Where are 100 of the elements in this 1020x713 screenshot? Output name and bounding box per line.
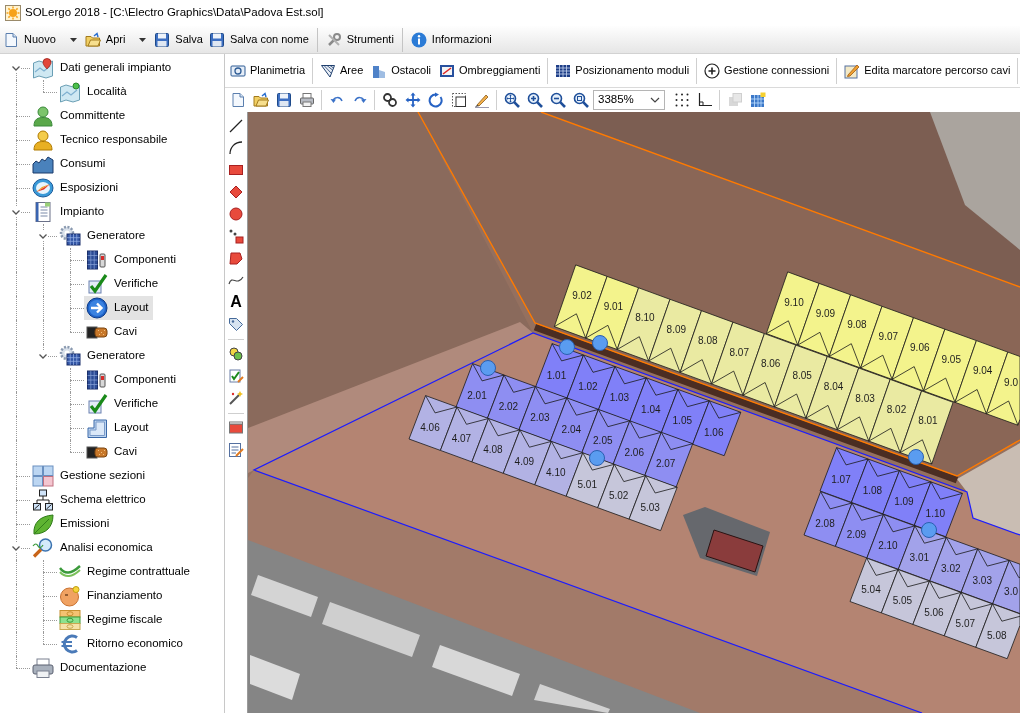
- pencil-edit-icon: [844, 62, 861, 79]
- save-icon[interactable]: [275, 92, 292, 108]
- toolbar-button[interactable]: Salva con nome: [205, 27, 312, 52]
- tree-item[interactable]: Emissioni: [30, 512, 114, 536]
- map-icon: [59, 81, 81, 103]
- tree-item[interactable]: Impianto: [30, 200, 109, 224]
- zoom-window-icon[interactable]: [572, 92, 589, 108]
- caret-down-icon[interactable]: [139, 37, 147, 42]
- gear-panel-icon: [59, 345, 81, 367]
- tree-item[interactable]: Regime fiscale: [57, 608, 167, 632]
- new-document-icon[interactable]: [229, 92, 246, 108]
- module-number: 1.02: [578, 380, 598, 392]
- module-number: 4.10: [546, 467, 566, 479]
- toolbar-button[interactable]: Informazioni: [407, 27, 495, 52]
- tree-item[interactable]: Consumi: [30, 152, 110, 176]
- line-icon[interactable]: [228, 118, 244, 134]
- tree-item[interactable]: Finanziamento: [57, 584, 167, 608]
- grid-icon: [555, 62, 572, 79]
- tree-item[interactable]: Ritorno economico: [57, 632, 187, 656]
- tree-item[interactable]: Verifiche: [84, 392, 163, 416]
- module-number: 2.05: [593, 435, 613, 447]
- grid-dots-icon[interactable]: [673, 92, 690, 108]
- module-number: 2.08: [815, 517, 835, 529]
- tree-item[interactable]: Layout: [84, 416, 153, 440]
- tree-item[interactable]: Esposizioni: [30, 176, 123, 200]
- checkmark-icon: [86, 273, 108, 295]
- tree-item[interactable]: Cavi: [84, 320, 141, 344]
- module-number: 8.05: [792, 369, 812, 381]
- wrench-icon: [325, 31, 342, 48]
- text-tool-button[interactable]: A: [228, 291, 244, 313]
- tree-item[interactable]: Generatore: [57, 224, 150, 248]
- printer-icon[interactable]: [298, 92, 315, 108]
- toolbar-button[interactable]: Nuovo: [0, 27, 59, 52]
- tree-item[interactable]: Verifiche: [84, 272, 163, 296]
- checklist-icon[interactable]: [228, 368, 244, 384]
- tree-item[interactable]: Gestione sezioni: [30, 464, 150, 488]
- save-icon: [154, 31, 171, 48]
- tree-item[interactable]: Località: [57, 80, 131, 104]
- diagram-icon: [32, 489, 54, 511]
- module-number: 2.07: [655, 458, 676, 470]
- magic-wand-icon[interactable]: [228, 390, 244, 406]
- tree-item[interactable]: Committente: [30, 104, 130, 128]
- form-edit-icon[interactable]: [228, 442, 244, 458]
- zoom-in-icon[interactable]: [526, 92, 543, 108]
- tree-item[interactable]: Documentazione: [30, 656, 151, 680]
- polygon-icon[interactable]: [228, 250, 244, 266]
- marker-icon: [921, 522, 937, 538]
- caret-down-icon[interactable]: [69, 37, 77, 42]
- module-number: 1.03: [609, 392, 630, 404]
- tree-item[interactable]: Analisi economica: [30, 536, 157, 560]
- overlapping-circles-icon[interactable]: [228, 346, 244, 362]
- module-number: 1.01: [546, 369, 567, 381]
- module-number: 9.07: [878, 330, 899, 342]
- chevron-down-icon: [650, 97, 660, 103]
- selection-rectangle-icon[interactable]: [450, 92, 467, 108]
- rotate-icon[interactable]: [427, 92, 444, 108]
- module-number: 9.05: [941, 353, 961, 365]
- tree-item[interactable]: Componenti: [84, 368, 180, 392]
- tree-item[interactable]: Layout: [84, 296, 153, 320]
- tag-icon[interactable]: [228, 316, 244, 332]
- zoom-out-icon[interactable]: [549, 92, 566, 108]
- angle-icon[interactable]: [696, 92, 713, 108]
- arc-icon[interactable]: [228, 140, 244, 156]
- toolbar-button[interactable]: Posizionamento moduli: [551, 57, 694, 84]
- toolbar-button[interactable]: Aree: [316, 57, 368, 84]
- grid-icon[interactable]: [749, 92, 766, 108]
- tree-item[interactable]: Generatore: [57, 344, 150, 368]
- module-number: 2.06: [624, 446, 644, 458]
- chain-link-icon[interactable]: [381, 92, 398, 108]
- toolbar-button[interactable]: Gestione connessioni: [700, 57, 834, 84]
- toolbar-button[interactable]: Apri: [81, 27, 129, 52]
- rectangle-icon[interactable]: [228, 420, 244, 436]
- module-number: 2.02: [498, 400, 519, 412]
- toolbar-button[interactable]: Salva: [151, 27, 206, 52]
- zoom-extents-icon[interactable]: [503, 92, 520, 108]
- diamond-icon[interactable]: [228, 184, 244, 200]
- points-icon[interactable]: [228, 228, 244, 244]
- tree-item[interactable]: Dati generali impianto: [30, 56, 176, 80]
- marker-icon: [589, 450, 605, 466]
- tree-item[interactable]: Cavi: [84, 440, 141, 464]
- marker-icon: [480, 360, 496, 376]
- toolbar-button[interactable]: Ombreggiamenti: [435, 57, 545, 84]
- toolbar-button[interactable]: Planimetria: [226, 57, 310, 84]
- toolbar-button[interactable]: Ostacoli: [367, 57, 436, 84]
- module-number: 8.04: [823, 381, 844, 393]
- toolbar-button[interactable]: Strumenti: [322, 27, 397, 52]
- module-number: 2.03: [530, 412, 550, 424]
- open-folder-icon[interactable]: [252, 92, 269, 108]
- rectangle-icon[interactable]: [228, 162, 244, 178]
- circle-icon[interactable]: [228, 206, 244, 222]
- toolbar-button[interactable]: Edita marcatore percorso cavi: [840, 57, 1015, 84]
- tree-item[interactable]: Tecnico responsabile: [30, 128, 172, 152]
- move-icon[interactable]: [404, 92, 421, 108]
- tree-item[interactable]: Componenti: [84, 248, 180, 272]
- tree-item[interactable]: Regime contrattuale: [57, 560, 194, 584]
- tree-item[interactable]: Schema elettrico: [30, 488, 150, 512]
- module-number: 8.03: [855, 392, 875, 404]
- module-number: 4.06: [420, 421, 440, 433]
- zoom-combobox[interactable]: 3385%: [593, 90, 665, 110]
- pencil-icon[interactable]: [473, 92, 490, 108]
